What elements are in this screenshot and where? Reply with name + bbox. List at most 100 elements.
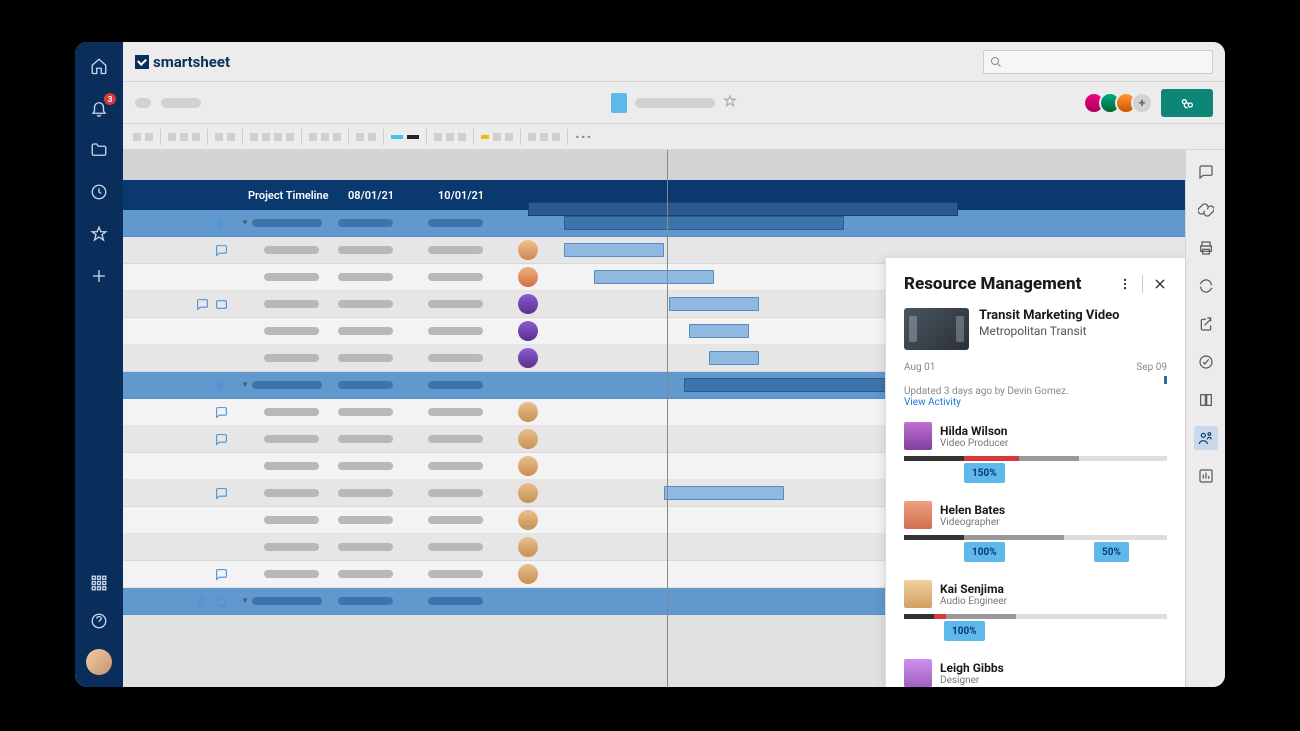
help-icon[interactable] [89,611,109,631]
rm-person-block[interactable]: Leigh Gibbs Designer 110% 100% [904,659,1167,687]
tool-icon[interactable] [446,133,454,141]
tool-icon[interactable] [493,133,501,141]
avatar-more[interactable]: + [1131,92,1153,114]
brand-text: smartsheet [153,53,230,71]
notifications-icon[interactable]: 3 [89,98,109,118]
comment-icon [215,568,228,581]
conversations-icon[interactable] [1194,160,1218,184]
tool-icon[interactable] [180,133,188,141]
project-thumbnail [904,308,969,350]
tool-icon[interactable] [133,133,141,141]
rm-person-block[interactable]: Helen Bates Videographer 100% 50% [904,501,1167,564]
rm-person-block[interactable]: Hilda Wilson Video Producer 150% [904,422,1167,485]
tool-icon[interactable] [274,133,282,141]
expand-toggle[interactable]: ▾ [238,596,252,606]
tool-color-icon[interactable] [481,135,489,139]
folder-icon[interactable] [89,140,109,160]
brand-logo[interactable]: smartsheet [135,53,230,71]
person-role: Audio Engineer [940,596,1007,607]
share-button[interactable] [1161,89,1213,117]
tool-icon[interactable] [434,133,442,141]
app-window: 3 smartsheet [75,42,1225,687]
chart-icon[interactable] [1194,464,1218,488]
tool-icon[interactable] [356,133,364,141]
tool-icon[interactable] [458,133,466,141]
tool-icon[interactable] [528,133,536,141]
rm-project-block[interactable]: Transit Marketing Video Metropolitan Tra… [904,308,1167,350]
avatar [904,422,932,450]
collaborator-avatars[interactable]: + [1089,92,1153,114]
favorite-star-icon[interactable] [723,93,737,112]
attachments-icon[interactable] [1194,198,1218,222]
print-icon[interactable] [1194,236,1218,260]
expand-toggle[interactable]: ▾ [238,218,252,228]
tool-icon[interactable] [286,133,294,141]
formatting-toolbar: ··· [123,124,1225,150]
apps-icon[interactable] [89,573,109,593]
expand-toggle[interactable]: ▾ [238,380,252,390]
sheet-tab-bar: + [123,82,1225,124]
person-name: Leigh Gibbs [940,661,1004,675]
allocation-badge: 50% [1094,542,1129,562]
tool-icon[interactable] [250,133,258,141]
person-name: Kai Senjima [940,582,1007,596]
timeline-col-date1: 08/01/21 [338,189,428,202]
tool-icon[interactable] [309,133,317,141]
add-icon[interactable] [89,266,109,286]
allocation-track [904,456,1167,461]
toolbar-overflow-icon[interactable]: ··· [575,127,592,146]
avatar [904,501,932,529]
tool-icon[interactable] [215,133,223,141]
comment-icon [215,433,228,446]
home-icon[interactable] [89,56,109,76]
sheet-title-placeholder[interactable] [635,98,715,108]
notifications-badge: 3 [104,93,116,105]
timeline-header: Project Timeline 08/01/21 10/01/21 [123,180,1185,210]
tool-color-icon[interactable] [407,135,419,139]
tool-icon[interactable] [321,133,329,141]
tool-icon[interactable] [262,133,270,141]
view-activity-link[interactable]: View Activity [904,397,1167,408]
project-client: Metropolitan Transit [979,324,1120,338]
project-end-date: Sep 09 [1136,362,1167,373]
tool-icon[interactable] [145,133,153,141]
person-name: Hilda Wilson [940,424,1008,438]
summary-icon[interactable] [1194,388,1218,412]
activity-icon[interactable] [1194,350,1218,374]
search-input[interactable] [983,50,1213,74]
logo-mark-icon [135,55,149,69]
table-row[interactable]: ▾ [123,210,1185,237]
sheet-type-icon [611,93,627,113]
tool-icon[interactable] [540,133,548,141]
attachment-icon [215,217,228,230]
favorites-icon[interactable] [89,224,109,244]
proof-icon [215,298,228,311]
more-icon[interactable] [1118,277,1132,291]
allocation-badge: 150% [964,463,1005,483]
tool-color-icon[interactable] [391,135,403,139]
person-role: Video Producer [940,438,1008,449]
tool-icon[interactable] [505,133,513,141]
refresh-icon[interactable] [1194,274,1218,298]
recent-icon[interactable] [89,182,109,202]
close-icon[interactable] [1153,277,1167,291]
tool-icon[interactable] [227,133,235,141]
comment-icon [215,487,228,500]
user-avatar[interactable] [86,649,112,675]
allocation-track [904,614,1167,619]
placeholder-pill [135,98,151,108]
project-updated-text: Updated 3 days ago by Devin Gomez. [904,386,1167,397]
avatar [904,659,932,687]
placeholder-pill [161,98,201,108]
allocation-badge: 100% [964,542,1005,562]
resource-management-icon[interactable] [1194,426,1218,450]
reminder-icon [215,595,228,608]
tool-icon[interactable] [168,133,176,141]
tool-icon[interactable] [333,133,341,141]
export-icon[interactable] [1194,312,1218,336]
content-body: Project Timeline 08/01/21 10/01/21 ▾ [123,150,1225,687]
rm-person-block[interactable]: Kai Senjima Audio Engineer 100% [904,580,1167,643]
tool-icon[interactable] [552,133,560,141]
tool-icon[interactable] [192,133,200,141]
tool-icon[interactable] [368,133,376,141]
